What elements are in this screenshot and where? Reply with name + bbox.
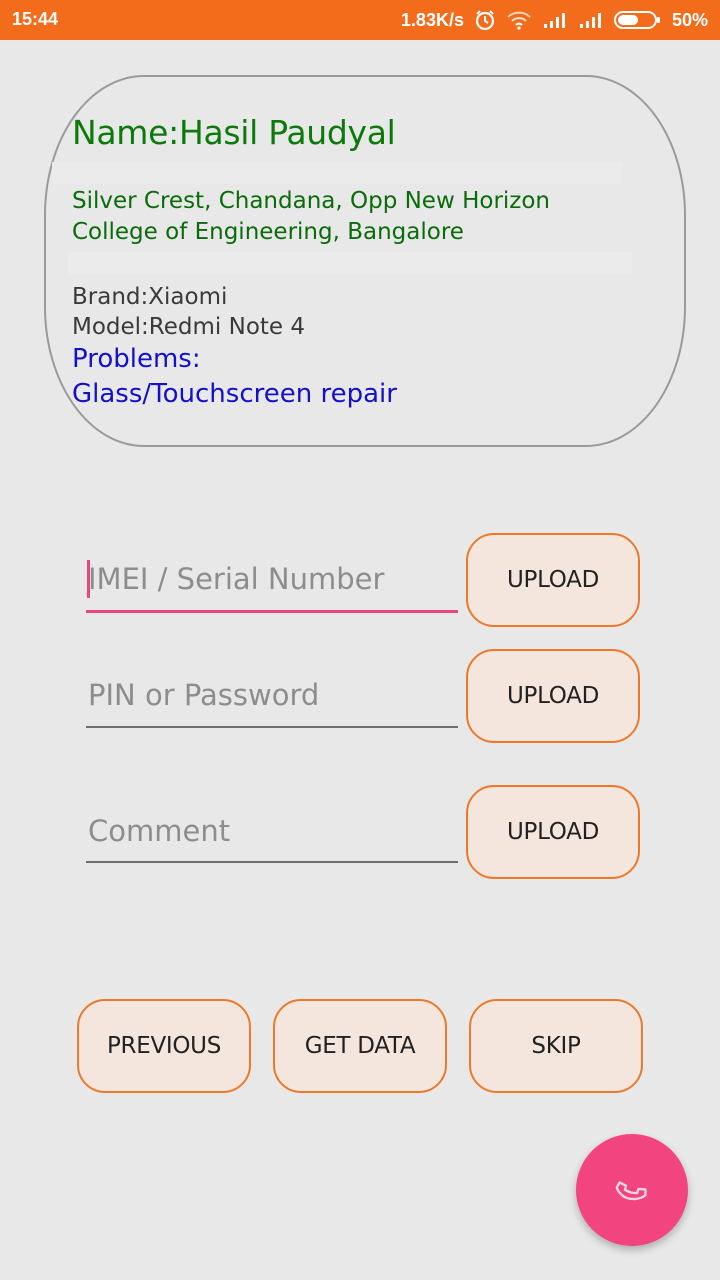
network-speed: 1.83K/s (400, 9, 464, 30)
problem-item: Glass/Touchscreen repair (72, 379, 397, 409)
battery-percent: 50% (671, 9, 708, 30)
battery-icon (613, 10, 662, 30)
pin-upload-button[interactable]: UPLOAD (466, 649, 640, 743)
comment-underline (86, 861, 458, 863)
divider (52, 162, 622, 184)
signal-icon (542, 11, 568, 29)
imei-underline (86, 610, 458, 613)
wifi-icon (506, 10, 532, 30)
alarm-icon (474, 9, 496, 31)
pin-underline (86, 726, 458, 728)
skip-button[interactable]: SKIP (469, 999, 643, 1093)
pin-input[interactable] (86, 660, 458, 730)
get-data-button[interactable]: GET DATA (273, 999, 447, 1093)
device-model: Model:Redmi Note 4 (72, 314, 305, 340)
address-line: College of Engineering, Bangalore (72, 219, 464, 245)
imei-upload-button[interactable]: UPLOAD (466, 533, 640, 627)
call-fab-button[interactable] (576, 1134, 688, 1246)
comment-upload-button[interactable]: UPLOAD (466, 785, 640, 879)
customer-address: Silver Crest, Chandana, Opp New Horizon … (72, 186, 632, 248)
device-brand: Brand:Xiaomi (72, 284, 228, 310)
address-line: Silver Crest, Chandana, Opp New Horizon (72, 188, 551, 214)
signal-icon (578, 11, 604, 29)
status-time: 15:44 (12, 9, 59, 29)
imei-input[interactable] (86, 544, 458, 614)
status-bar: 15:44 1.83K/s 50% (0, 0, 720, 40)
text-cursor (87, 560, 90, 598)
comment-input[interactable] (86, 796, 458, 866)
previous-button[interactable]: PREVIOUS (77, 999, 251, 1093)
phone-icon (612, 1168, 652, 1212)
divider (68, 252, 632, 274)
status-icons: 1.83K/s 50% (401, 9, 708, 31)
customer-name: Name:Hasil Paudyal (72, 113, 396, 152)
problems-label: Problems: (72, 344, 201, 374)
